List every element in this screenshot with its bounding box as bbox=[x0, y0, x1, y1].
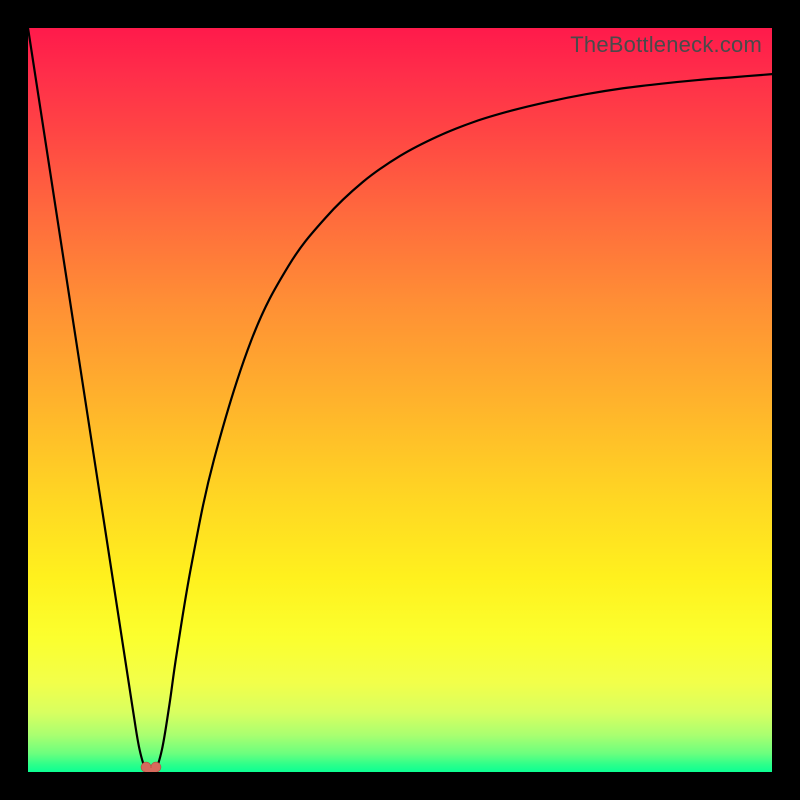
bottleneck-curve bbox=[28, 28, 772, 772]
plot-area: TheBottleneck.com bbox=[28, 28, 772, 772]
frame: TheBottleneck.com bbox=[0, 0, 800, 800]
